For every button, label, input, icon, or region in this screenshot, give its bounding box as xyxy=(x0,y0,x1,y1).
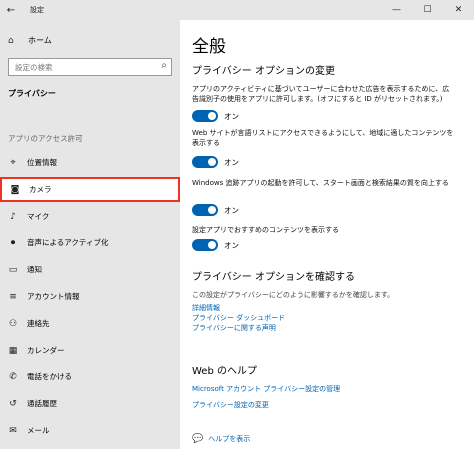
option-app-launch-tracking-text: Windows 追跡アプリの起動を許可して、スタート画面と検索結果の質を向上する xyxy=(192,179,449,187)
close-icon[interactable]: ✕ xyxy=(443,0,474,20)
sidebar-section-title: プライバシー xyxy=(8,89,56,98)
section-title-privacy-options: プライバシー オプションの変更 xyxy=(192,66,335,77)
sidebar-item-label: メール xyxy=(27,426,50,435)
search-placeholder: 設定の検索 xyxy=(15,63,53,72)
window-controls: — ☐ ✕ xyxy=(381,0,474,20)
sidebar-item-label: 連絡先 xyxy=(27,319,50,328)
option-language-list-text: Web サイトが言語リストにアクセスできるようにして、地域に適したコンテンツを表… xyxy=(192,129,454,147)
sidebar-group-label: アプリのアクセス許可 xyxy=(8,134,83,143)
account-info-icon: ≡ xyxy=(9,291,17,302)
toggle-switch[interactable] xyxy=(192,110,218,122)
advertising-id-toggle[interactable]: オン xyxy=(192,110,239,122)
sidebar-item-label: アカウント情報 xyxy=(27,292,80,301)
notification-icon: ▭ xyxy=(8,264,18,275)
sidebar-item-account-info[interactable]: ≡ アカウント情報 xyxy=(0,284,180,309)
sidebar-item-microphone[interactable]: ♪ マイク xyxy=(0,204,180,229)
sidebar: ⌂ ホーム 設定の検索 ⌕ プライバシー アプリのアクセス許可 ⌖ 位置情報 ◙… xyxy=(0,0,180,449)
page-title: 全般 xyxy=(192,37,226,57)
section-title-review-privacy: プライバシー オプションを確認する xyxy=(192,272,355,283)
sidebar-item-label: カメラ xyxy=(29,185,52,194)
sidebar-item-calendar[interactable]: ▦ カレンダー xyxy=(0,338,180,363)
sidebar-item-voice-activation[interactable]: ⏺ 音声によるアクティブ化 xyxy=(0,230,180,255)
voice-icon: ⏺ xyxy=(10,237,16,248)
back-arrow-icon[interactable]: ← xyxy=(0,0,22,20)
home-label: ホーム xyxy=(28,36,52,45)
toggle-switch[interactable] xyxy=(192,204,218,216)
phone-icon: ✆ xyxy=(9,371,17,382)
home-nav-item[interactable]: ⌂ ホーム xyxy=(8,35,52,46)
sidebar-item-label: 位置情報 xyxy=(27,158,57,167)
call-history-icon: ↺ xyxy=(9,398,17,409)
sidebar-item-notifications[interactable]: ▭ 通知 xyxy=(0,257,180,282)
section-description: この設定がプライバシーにどのように影響するかを確認します。 xyxy=(192,291,395,299)
sidebar-item-label: 電話をかける xyxy=(27,372,72,381)
sidebar-item-label: 音声によるアクティブ化 xyxy=(27,238,109,247)
privacy-statement-link[interactable]: プライバシーに関する声明 xyxy=(192,323,276,333)
main-content: 全般 プライバシー オプションの変更 アプリのアクティビティに基づいてユーザーに… xyxy=(180,20,474,449)
suggested-content-toggle[interactable]: オン xyxy=(192,239,239,251)
get-help-label: ヘルプを表示 xyxy=(208,435,251,443)
toggle-switch[interactable] xyxy=(192,156,218,168)
minimize-icon[interactable]: — xyxy=(381,0,412,20)
sidebar-item-location[interactable]: ⌖ 位置情報 xyxy=(0,150,180,175)
toggle-state-label: オン xyxy=(224,205,239,215)
learn-more-link[interactable]: 詳細情報 xyxy=(192,303,220,313)
section-title-web-help: Web のヘルプ xyxy=(192,366,257,377)
toggle-switch[interactable] xyxy=(192,239,218,251)
sidebar-item-label: 通話履歴 xyxy=(27,399,57,408)
change-privacy-settings-link[interactable]: プライバシー設定の変更 xyxy=(192,400,269,410)
title-bar: ← 設定 — ☐ ✕ xyxy=(0,0,474,20)
sidebar-item-contacts[interactable]: ⚇ 連絡先 xyxy=(0,311,180,336)
location-icon: ⌖ xyxy=(10,157,16,168)
sidebar-item-email[interactable]: ✉ メール xyxy=(0,418,180,443)
maximize-icon[interactable]: ☐ xyxy=(412,0,443,20)
toggle-state-label: オン xyxy=(224,240,239,250)
toggle-state-label: オン xyxy=(224,111,239,121)
help-chat-icon: 💬 xyxy=(192,434,204,444)
contacts-icon: ⚇ xyxy=(8,318,18,329)
microphone-icon: ♪ xyxy=(10,211,16,222)
sidebar-item-label: 通知 xyxy=(27,265,42,274)
toggle-state-label: オン xyxy=(224,157,239,167)
option-suggested-content-text: 設定アプリでおすすめのコンテンツを表示する xyxy=(192,226,339,234)
manage-account-privacy-link[interactable]: Microsoft アカウント プライバシー設定の管理 xyxy=(192,384,340,394)
sidebar-item-label: マイク xyxy=(27,212,50,221)
search-icon[interactable]: ⌕ xyxy=(161,60,167,71)
language-list-toggle[interactable]: オン xyxy=(192,156,239,168)
sidebar-item-phone-calls[interactable]: ✆ 電話をかける xyxy=(0,364,180,389)
privacy-dashboard-link[interactable]: プライバシー ダッシュボード xyxy=(192,313,285,323)
calendar-icon: ▦ xyxy=(8,345,18,356)
search-field[interactable]: 設定の検索 ⌕ xyxy=(8,58,172,76)
sidebar-item-label: カレンダー xyxy=(27,346,65,355)
option-advertising-id-text: アプリのアクティビティに基づいてユーザーに合わせた広告を表示するために、広告識別… xyxy=(192,85,450,103)
sidebar-item-call-history[interactable]: ↺ 通話履歴 xyxy=(0,391,180,416)
mail-icon: ✉ xyxy=(9,425,17,436)
home-icon: ⌂ xyxy=(8,35,14,46)
app-launch-tracking-toggle[interactable]: オン xyxy=(192,204,239,216)
camera-icon: ◙ xyxy=(10,184,20,195)
get-help-link[interactable]: 💬 ヘルプを表示 xyxy=(192,434,250,444)
sidebar-item-camera[interactable]: ◙ カメラ xyxy=(0,177,180,202)
